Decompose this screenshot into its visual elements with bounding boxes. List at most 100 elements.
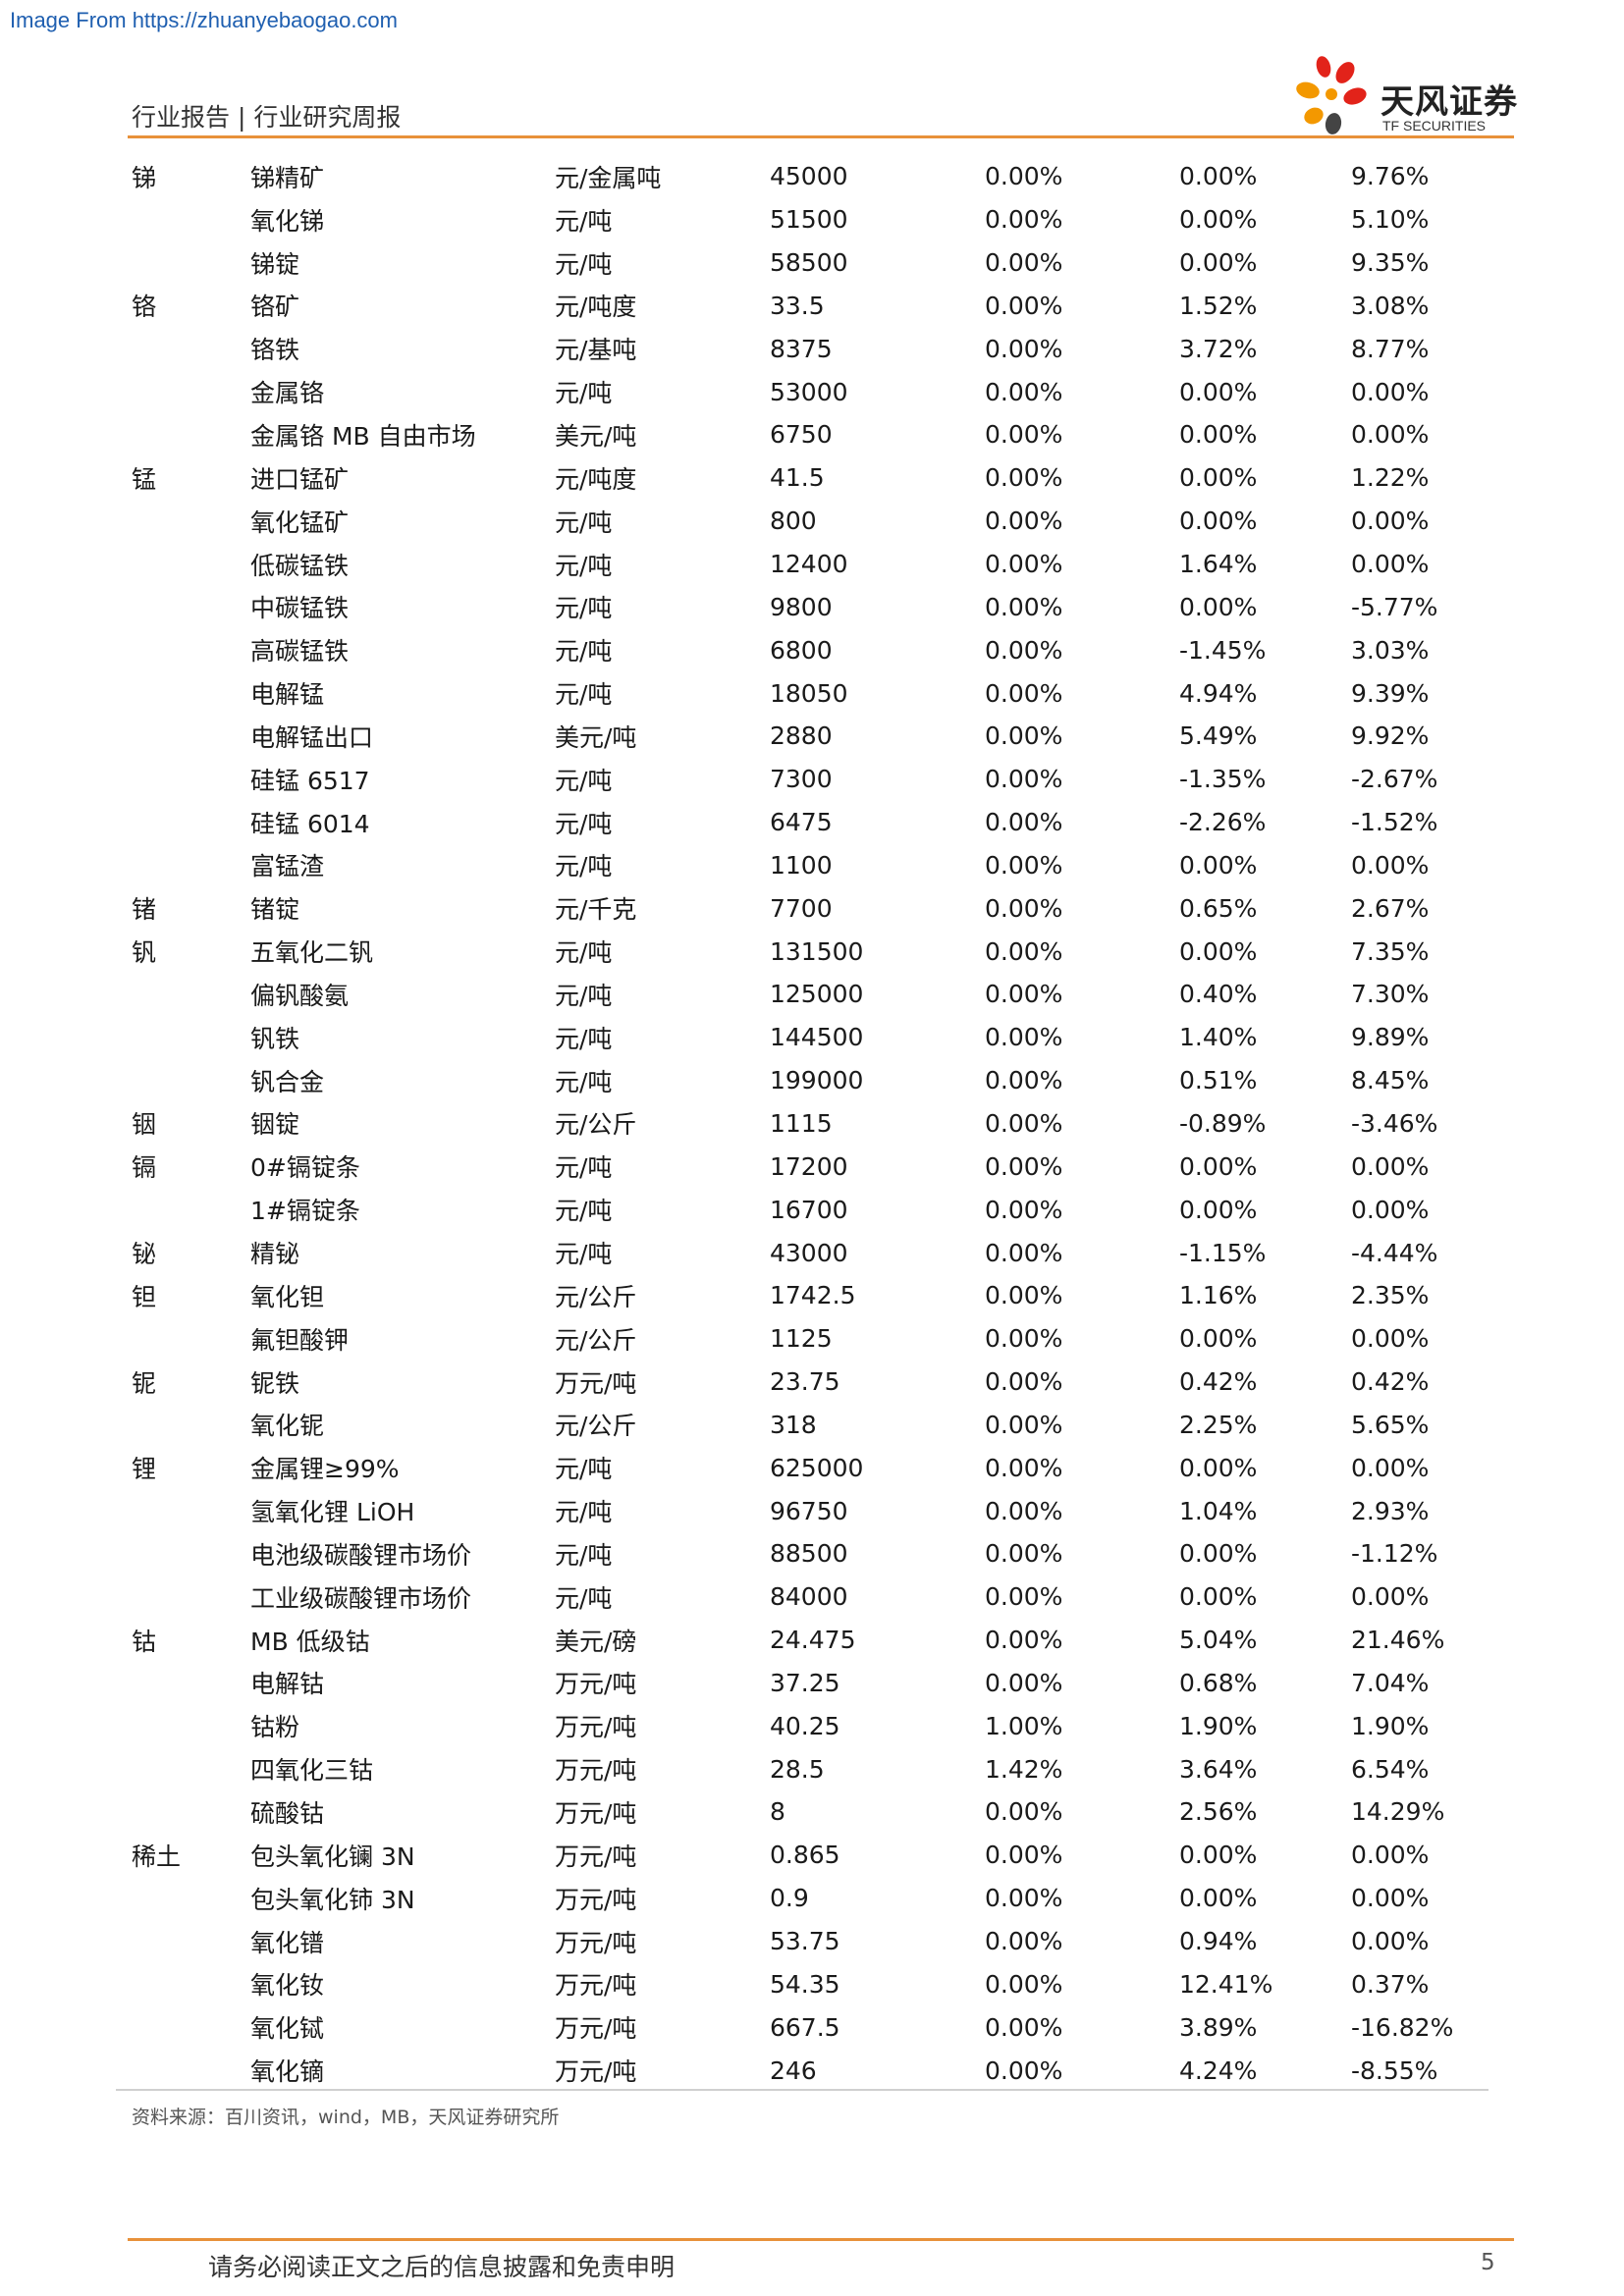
price-cell: 40.25 — [770, 1711, 840, 1740]
weekly-change-cell: 0.00% — [985, 162, 1063, 191]
weekly-change-cell: 0.00% — [985, 1539, 1063, 1569]
yearly-change-cell: -4.44% — [1351, 1238, 1438, 1267]
unit-cell: 元/公斤 — [555, 1110, 637, 1140]
unit-cell: 元/吨 — [555, 594, 613, 623]
monthly-change-cell: 0.00% — [1179, 1884, 1258, 1913]
yearly-change-cell: 2.67% — [1351, 893, 1430, 923]
price-cell: 318 — [770, 1410, 817, 1439]
table-row: 氧化钕 万元/吨 54.35 0.00% 12.41% 0.37% — [132, 1962, 1487, 2005]
unit-cell: 元/吨 — [555, 938, 613, 968]
monthly-change-cell: 0.00% — [1179, 1453, 1258, 1482]
unit-cell: 美元/磅 — [555, 1627, 637, 1656]
unit-cell: 万元/吨 — [555, 1971, 637, 2001]
monthly-change-cell: 0.00% — [1179, 205, 1258, 235]
table-row: 高碳锰铁 元/吨 6800 0.00% -1.45% 3.03% — [132, 628, 1487, 671]
unit-cell: 万元/吨 — [555, 1756, 637, 1786]
table-row: 氢氧化锂 LiOH 元/吨 96750 0.00% 1.04% 2.93% — [132, 1489, 1487, 1532]
price-cell: 125000 — [770, 980, 864, 1009]
unit-cell: 元/吨 — [555, 1240, 613, 1269]
weekly-change-cell: 0.00% — [985, 1023, 1063, 1052]
product-cell: 电解锰 — [250, 680, 325, 710]
metal-cell — [132, 241, 250, 285]
product-cell: 氧化镝 — [250, 2057, 325, 2087]
product-cell: 铟锭 — [250, 1110, 300, 1140]
metal-cell — [132, 585, 250, 628]
product-cell: 四氧化三钴 — [250, 1756, 374, 1786]
price-cell: 33.5 — [770, 291, 825, 320]
report-header-title: 行业报告 | 行业研究周报 — [132, 103, 402, 132]
product-cell: 精铋 — [250, 1240, 300, 1269]
unit-cell: 元/吨 — [555, 809, 613, 838]
table-row: 硅锰 6014 元/吨 6475 0.00% -2.26% -1.52% — [132, 801, 1487, 844]
table-row: 氧化锰矿 元/吨 800 0.00% 0.00% 0.00% — [132, 500, 1487, 543]
table-row: 氧化铌 元/公斤 318 0.00% 2.25% 5.65% — [132, 1403, 1487, 1446]
table-row: 钒铁 元/吨 144500 0.00% 1.40% 9.89% — [132, 1016, 1487, 1059]
monthly-change-cell: 1.16% — [1179, 1281, 1258, 1310]
monthly-change-cell: 0.42% — [1179, 1367, 1258, 1397]
table-row: 铟 铟锭 元/公斤 1115 0.00% -0.89% -3.46% — [132, 1102, 1487, 1146]
product-cell: MB 低级钴 — [250, 1627, 370, 1656]
product-cell: 氧化钕 — [250, 1971, 325, 2001]
product-cell: 氟钽酸钾 — [250, 1325, 350, 1355]
product-cell: 氧化铌 — [250, 1412, 325, 1441]
unit-cell: 元/吨 — [555, 852, 613, 881]
monthly-change-cell: -2.26% — [1179, 808, 1267, 837]
product-cell: 硫酸钴 — [250, 1798, 325, 1828]
unit-cell: 万元/吨 — [555, 1885, 637, 1914]
unit-cell: 万元/吨 — [555, 2057, 637, 2087]
metal-cell — [132, 1662, 250, 1705]
metal-cell — [132, 973, 250, 1016]
table-row: 1#镉锭条 元/吨 16700 0.00% 0.00% 0.00% — [132, 1188, 1487, 1231]
price-cell: 7700 — [770, 893, 833, 923]
weekly-change-cell: 0.00% — [985, 377, 1063, 406]
metal-cell: 铟 — [132, 1110, 157, 1140]
price-cell: 6800 — [770, 635, 833, 665]
unit-cell: 万元/吨 — [555, 1670, 637, 1699]
monthly-change-cell: 0.65% — [1179, 893, 1258, 923]
product-cell: 钴粉 — [250, 1713, 300, 1742]
product-cell: 0#镉锭条 — [250, 1153, 360, 1183]
yearly-change-cell: 5.10% — [1351, 205, 1430, 235]
price-cell: 16700 — [770, 1195, 848, 1224]
header-rule — [128, 135, 1514, 138]
unit-cell: 元/吨度 — [555, 464, 637, 494]
weekly-change-cell: 0.00% — [985, 1410, 1063, 1439]
yearly-change-cell: -8.55% — [1351, 2056, 1438, 2085]
monthly-change-cell: 5.04% — [1179, 1626, 1258, 1655]
table-row: 富锰渣 元/吨 1100 0.00% 0.00% 0.00% — [132, 844, 1487, 887]
product-cell: 金属锂≥99% — [250, 1455, 400, 1484]
table-row: 低碳锰铁 元/吨 12400 0.00% 1.64% 0.00% — [132, 543, 1487, 586]
yearly-change-cell: 7.30% — [1351, 980, 1430, 1009]
weekly-change-cell: 0.00% — [985, 2056, 1063, 2085]
weekly-change-cell: 0.00% — [985, 1841, 1063, 1870]
logo-flower-icon — [1296, 56, 1367, 134]
price-cell: 88500 — [770, 1539, 848, 1569]
table-row: 偏钒酸氨 元/吨 125000 0.00% 0.40% 7.30% — [132, 973, 1487, 1016]
unit-cell: 元/吨 — [555, 1498, 613, 1527]
table-row: 钒 五氧化二钒 元/吨 131500 0.00% 0.00% 7.35% — [132, 930, 1487, 973]
source-url[interactable]: Image From https://zhuanyebaogao.com — [10, 8, 398, 33]
monthly-change-cell: 0.00% — [1179, 592, 1258, 621]
product-cell: 氧化锑 — [250, 206, 325, 236]
product-cell: 包头氧化铈 3N — [250, 1885, 415, 1914]
monthly-change-cell: 0.94% — [1179, 1927, 1258, 1956]
price-cell: 667.5 — [770, 2012, 840, 2042]
unit-cell: 元/吨 — [555, 981, 613, 1010]
unit-cell: 元/吨 — [555, 680, 613, 710]
yearly-change-cell: 7.04% — [1351, 1668, 1430, 1697]
metal-cell — [132, 2005, 250, 2049]
weekly-change-cell: 0.00% — [985, 721, 1063, 751]
product-cell: 电解锰出口 — [250, 722, 374, 752]
monthly-change-cell: 1.04% — [1179, 1496, 1258, 1525]
product-cell: 富锰渣 — [250, 852, 325, 881]
weekly-change-cell: 0.00% — [985, 1927, 1063, 1956]
monthly-change-cell: 0.00% — [1179, 1582, 1258, 1612]
unit-cell: 元/吨度 — [555, 293, 637, 322]
yearly-change-cell: -16.82% — [1351, 2012, 1454, 2042]
yearly-change-cell: 8.45% — [1351, 1066, 1430, 1095]
table-row: 锑锭 元/吨 58500 0.00% 0.00% 9.35% — [132, 241, 1487, 285]
table-row: 氧化锑 元/吨 51500 0.00% 0.00% 5.10% — [132, 198, 1487, 241]
metal-cell — [132, 1059, 250, 1102]
table-row: 锑 锑精矿 元/金属吨 45000 0.00% 0.00% 9.76% — [132, 155, 1487, 198]
yearly-change-cell: 0.00% — [1351, 1884, 1430, 1913]
